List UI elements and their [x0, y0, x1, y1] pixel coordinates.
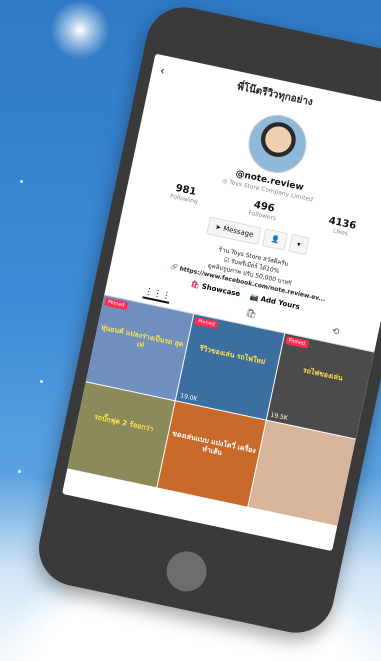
phone-mockup: ‹ พี่โน๊ตรีวิวทุกอย่าง 🔔 ↗ @note.review … [31, 0, 381, 640]
video-thumbnail[interactable]: Pinned หุ่นยนต์ แปลงร่างเป็นรถ สุดเท่ [85, 295, 194, 401]
camera-icon: 📷 [249, 292, 260, 303]
message-label: Message [222, 224, 255, 239]
pinned-badge: Pinned [104, 297, 129, 311]
phone-screen: ‹ พี่โน๊ตรีวิวทุกอย่าง 🔔 ↗ @note.review … [61, 53, 381, 552]
video-thumbnail[interactable] [248, 420, 356, 526]
video-caption: รีวิวของเล่น รถไฟใหม่ [198, 344, 267, 367]
view-count: 19.5K [269, 411, 289, 422]
follow-button[interactable]: 👤 [262, 228, 289, 251]
video-thumbnail[interactable]: Pinned รีวิวของเล่น รถไฟใหม่ 19.0K [176, 314, 284, 420]
stat-likes[interactable]: 4136 Likes [326, 215, 358, 238]
tab-shop[interactable]: 🛍 [244, 308, 258, 322]
back-arrow-icon[interactable]: ‹ [159, 63, 167, 78]
video-caption: ของเล่นแบบ แปงโตวี่ เครื่องทำเส้น [171, 429, 257, 458]
grid-icon: ⋮⋮⋮ [143, 286, 172, 302]
pinned-badge: Pinned [284, 335, 309, 349]
view-count: 19.0K [179, 392, 198, 403]
sparkle [18, 470, 21, 473]
more-dropdown[interactable]: ▾ [288, 233, 310, 256]
link-icon: 🔗 [169, 263, 179, 272]
user-add-icon: 👤 [270, 234, 281, 245]
repost-icon: ⟲ [330, 326, 341, 338]
stat-following[interactable]: 981 Following [169, 182, 200, 206]
tab-reposts[interactable]: ⟲ [330, 326, 340, 339]
sparkle [40, 380, 43, 383]
shop-icon: 🛍 [189, 280, 201, 290]
video-caption: หุ่นยนต์ แปลงร่างเป็นรถ สุดเท่ [100, 323, 185, 350]
stat-followers[interactable]: 496 Followers [248, 199, 279, 222]
video-thumbnail[interactable]: ของเล่นแบบ แปงโตวี่ เครื่องทำเส้น [157, 401, 266, 507]
sparkle [20, 180, 23, 183]
video-caption: รถบั๊กฟุต 2 ร้อยกว่า [93, 412, 154, 434]
video-thumbnail[interactable]: Pinned รถไฟของเล่น 19.5K [266, 333, 375, 439]
light-flare [50, 0, 110, 60]
pinned-badge: Pinned [194, 316, 219, 330]
bag-icon: 🛍 [244, 308, 258, 321]
video-thumbnail[interactable]: รถบั๊กฟุต 2 ร้อยกว่า [67, 382, 176, 488]
tab-videos[interactable]: ⋮⋮⋮ [142, 286, 172, 304]
avatar[interactable] [243, 109, 312, 179]
send-icon: ➤ [214, 222, 222, 232]
video-caption: รถไฟของเล่น [302, 366, 344, 383]
message-button[interactable]: ➤ Message [206, 216, 262, 246]
chevron-down-icon: ▾ [296, 240, 302, 249]
